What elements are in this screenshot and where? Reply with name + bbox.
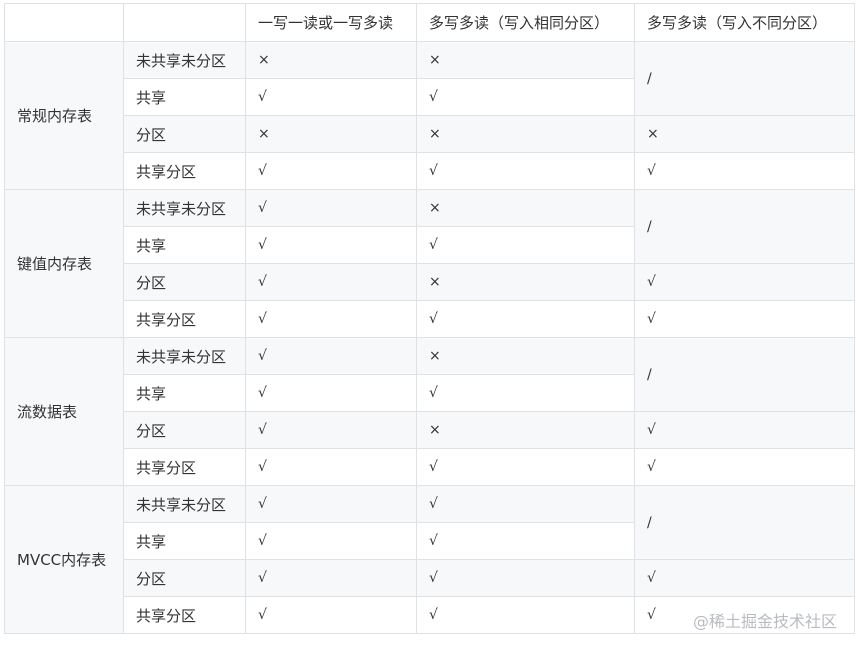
support-mark-cell: / — [634, 337, 855, 412]
support-mark-cell: × — [416, 263, 635, 301]
support-mark-cell: √ — [416, 596, 635, 634]
header-cell-multi-writer-same-partition: 多写多读（写入相同分区） — [416, 3, 635, 42]
table-row: 分区 √ × √ — [5, 263, 855, 301]
support-mark-cell: × — [416, 189, 635, 227]
table-kind-cell: 键值内存表 — [4, 189, 124, 338]
header-cell-table-variant — [123, 3, 246, 42]
table-kind-cell: 常规内存表 — [4, 41, 124, 190]
support-mark-cell: √ — [245, 596, 417, 634]
variant-cell: 共享 — [123, 374, 246, 412]
support-mark-cell: × — [416, 115, 635, 153]
variant-cell: 共享分区 — [123, 596, 246, 634]
header-cell-multi-writer-diff-partition: 多写多读（写入不同分区） — [634, 3, 855, 42]
support-mark-cell: √ — [634, 559, 855, 597]
watermark: @稀土掘金技术社区 — [692, 612, 837, 631]
table-row: 分区 × × × — [5, 115, 855, 153]
variant-cell: 未共享未分区 — [123, 337, 246, 375]
support-mark-cell: √ — [634, 448, 855, 486]
table-row: 常规内存表 未共享未分区 × × / — [4, 41, 855, 190]
support-mark-cell: √ — [245, 78, 417, 116]
variant-cell: 共享分区 — [123, 300, 246, 338]
support-mark-cell: × — [416, 337, 635, 375]
table-row: 共享分区 √ √ √ — [5, 152, 855, 190]
variant-cell: 未共享未分区 — [123, 485, 246, 523]
support-mark-cell: × — [245, 41, 417, 79]
support-mark-cell: √ — [416, 226, 635, 264]
support-mark-cell: √ — [245, 189, 417, 227]
variant-cell: 共享 — [123, 522, 246, 560]
variant-cell: 分区 — [123, 559, 246, 597]
support-mark-cell: √ — [245, 300, 417, 338]
support-mark-cell: √ — [634, 263, 855, 301]
support-mark-cell: / — [634, 189, 855, 264]
table-row: 共享分区 √ √ √ — [5, 300, 855, 338]
header-row: 一写一读或一写多读 多写多读（写入相同分区） 多写多读（写入不同分区） — [4, 3, 855, 42]
support-mark-cell: / — [634, 41, 855, 116]
support-mark-cell: √ — [245, 226, 417, 264]
support-mark-cell: × — [245, 115, 417, 153]
support-mark-cell: √ — [634, 411, 855, 449]
table-row: 流数据表 未共享未分区 √ × / — [4, 337, 855, 486]
variant-cell: 未共享未分区 — [123, 41, 246, 79]
support-mark-cell: √ — [416, 522, 635, 560]
variant-cell: 分区 — [123, 115, 246, 153]
support-mark-cell: √ — [245, 152, 417, 190]
table-body: 常规内存表 未共享未分区 × × / 共享 √ √ 分区 × × × 共享分区 √ √ √ 键值内存表 未共享未分… — [4, 41, 855, 634]
table-kind-cell: 流数据表 — [4, 337, 124, 486]
support-mark-cell: √ — [416, 559, 635, 597]
table-kind-cell: MVCC内存表 — [4, 485, 124, 634]
support-mark-cell: / — [634, 485, 855, 560]
variant-cell: 共享分区 — [123, 448, 246, 486]
support-mark-cell: √ — [416, 485, 635, 523]
variant-cell: 共享 — [123, 226, 246, 264]
table-row: MVCC内存表 未共享未分区 √ √ / — [4, 485, 855, 634]
variant-cell: 共享 — [123, 78, 246, 116]
support-mark-cell: × — [416, 41, 635, 79]
table-row: 分区 √ × √ — [5, 411, 855, 449]
support-mark-cell: × — [634, 115, 855, 153]
support-mark-cell: √ — [416, 152, 635, 190]
table-row: 共享分区 √ √ √ — [5, 448, 855, 486]
support-mark-cell: √ — [245, 522, 417, 560]
variant-cell: 共享分区 — [123, 152, 246, 190]
support-mark-cell: √ — [634, 152, 855, 190]
support-mark-cell: √ — [245, 263, 417, 301]
support-mark-cell: √ — [416, 448, 635, 486]
support-mark-cell: √ — [245, 374, 417, 412]
support-matrix-table: 一写一读或一写多读 多写多读（写入相同分区） 多写多读（写入不同分区） 常规内存… — [4, 3, 855, 634]
support-mark-cell: √ — [245, 411, 417, 449]
support-mark-cell: √ — [416, 78, 635, 116]
support-mark-cell: √ — [245, 337, 417, 375]
support-mark-cell: √ — [634, 300, 855, 338]
support-mark-cell: √ — [416, 300, 635, 338]
support-mark-cell: √ — [245, 485, 417, 523]
table-row: 分区 √ √ √ — [5, 559, 855, 597]
support-mark-cell: √ — [416, 374, 635, 412]
variant-cell: 分区 — [123, 263, 246, 301]
support-mark-cell: √ — [245, 559, 417, 597]
variant-cell: 分区 — [123, 411, 246, 449]
header-cell-table-kind — [4, 3, 124, 42]
table-row: 键值内存表 未共享未分区 √ × / — [4, 189, 855, 338]
support-mark-cell: √ — [245, 448, 417, 486]
header-cell-single-writer: 一写一读或一写多读 — [245, 3, 417, 42]
variant-cell: 未共享未分区 — [123, 189, 246, 227]
support-mark-cell: × — [416, 411, 635, 449]
